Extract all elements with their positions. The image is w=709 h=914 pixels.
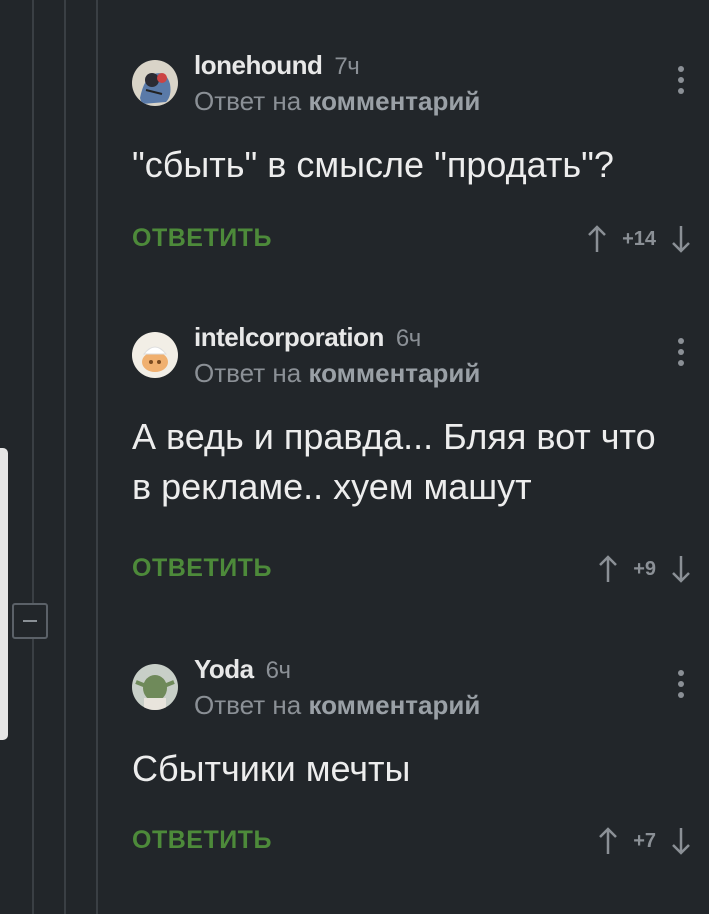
reply-to: Ответ на комментарий bbox=[194, 358, 480, 389]
comment: lonehound 7ч Ответ на комментарий "сбыть"… bbox=[132, 44, 692, 304]
thread-line bbox=[32, 0, 34, 914]
comment-time: 7ч bbox=[334, 53, 360, 80]
reply-button[interactable]: ОТВЕТИТЬ bbox=[132, 554, 272, 583]
comment: Yoda 6ч Ответ на комментарий Сбытчики меч… bbox=[132, 648, 692, 908]
author-name[interactable]: lonehound 7ч bbox=[194, 50, 360, 81]
score: +9 bbox=[633, 557, 656, 580]
more-vertical-icon[interactable] bbox=[676, 338, 686, 374]
arrow-down-icon[interactable] bbox=[670, 554, 692, 584]
avatar[interactable] bbox=[132, 332, 178, 378]
arrow-up-icon[interactable] bbox=[586, 224, 608, 254]
reply-target-link[interactable]: комментарий bbox=[308, 358, 480, 388]
author-name[interactable]: Yoda 6ч bbox=[194, 654, 291, 685]
comment-time: 6ч bbox=[265, 657, 291, 684]
comment: intelcorporation 6ч Ответ на комментарий … bbox=[132, 316, 692, 583]
comment-text: "сбыть" в смысле "продать"? bbox=[132, 144, 614, 185]
comment-time: 6ч bbox=[395, 325, 421, 352]
thread-line bbox=[96, 0, 98, 914]
reply-prefix: Ответ на bbox=[194, 690, 302, 720]
vote-controls: +7 bbox=[597, 826, 692, 856]
reply-to: Ответ на комментарий bbox=[194, 690, 480, 721]
reply-button[interactable]: ОТВЕТИТЬ bbox=[132, 826, 272, 855]
avatar[interactable] bbox=[132, 60, 178, 106]
more-vertical-icon[interactable] bbox=[676, 66, 686, 102]
reply-target-link[interactable]: комментарий bbox=[308, 86, 480, 116]
avatar[interactable] bbox=[132, 664, 178, 710]
author-link[interactable]: lonehound bbox=[194, 50, 323, 80]
reply-to: Ответ на комментарий bbox=[194, 86, 480, 117]
arrow-down-icon[interactable] bbox=[670, 826, 692, 856]
vote-controls: +14 bbox=[586, 224, 692, 254]
vote-controls: +9 bbox=[597, 554, 692, 584]
comment-text: А ведь и правда... Бляя вот что в реклам… bbox=[132, 416, 656, 507]
scrollbar-handle[interactable] bbox=[0, 448, 8, 740]
reply-button[interactable]: ОТВЕТИТЬ bbox=[132, 224, 272, 253]
score: +14 bbox=[622, 227, 656, 250]
comment-text: Сбытчики мечты bbox=[132, 748, 411, 789]
collapse-thread-button[interactable] bbox=[12, 603, 48, 639]
score: +7 bbox=[633, 829, 656, 852]
thread-line bbox=[64, 0, 66, 914]
arrow-down-icon[interactable] bbox=[670, 224, 692, 254]
reply-prefix: Ответ на bbox=[194, 358, 302, 388]
author-link[interactable]: Yoda bbox=[194, 654, 254, 684]
author-link[interactable]: intelcorporation bbox=[194, 322, 384, 352]
more-vertical-icon[interactable] bbox=[676, 670, 686, 706]
arrow-up-icon[interactable] bbox=[597, 554, 619, 584]
arrow-up-icon[interactable] bbox=[597, 826, 619, 856]
reply-target-link[interactable]: комментарий bbox=[308, 690, 480, 720]
reply-prefix: Ответ на bbox=[194, 86, 302, 116]
author-name[interactable]: intelcorporation 6ч bbox=[194, 322, 421, 353]
